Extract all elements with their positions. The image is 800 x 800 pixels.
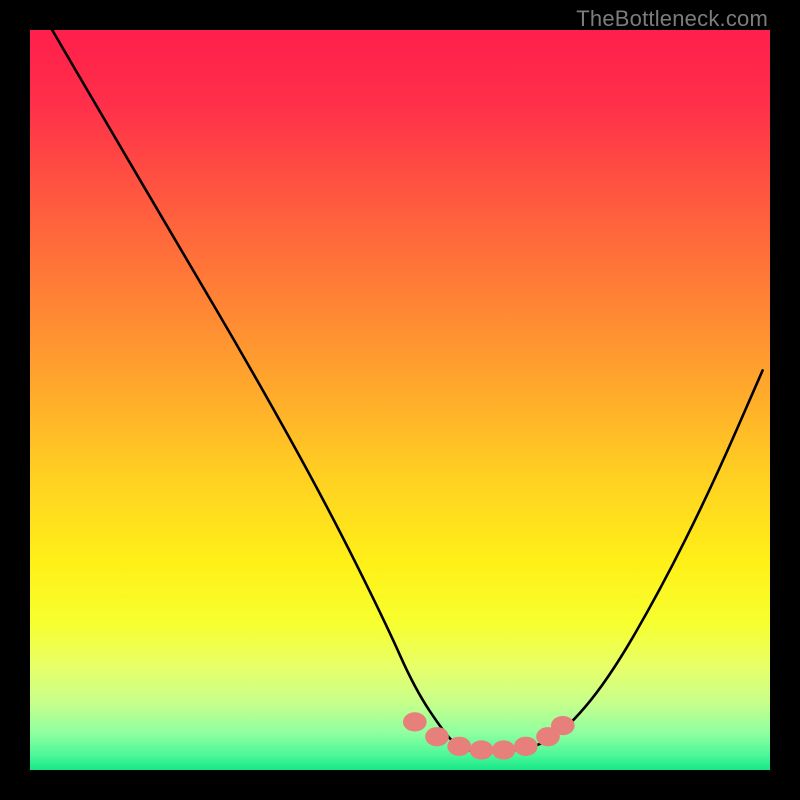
bottleneck-curve [30,30,770,770]
chart-frame: TheBottleneck.com [0,0,800,800]
watermark-text: TheBottleneck.com [576,6,768,32]
plot-area [30,30,770,770]
